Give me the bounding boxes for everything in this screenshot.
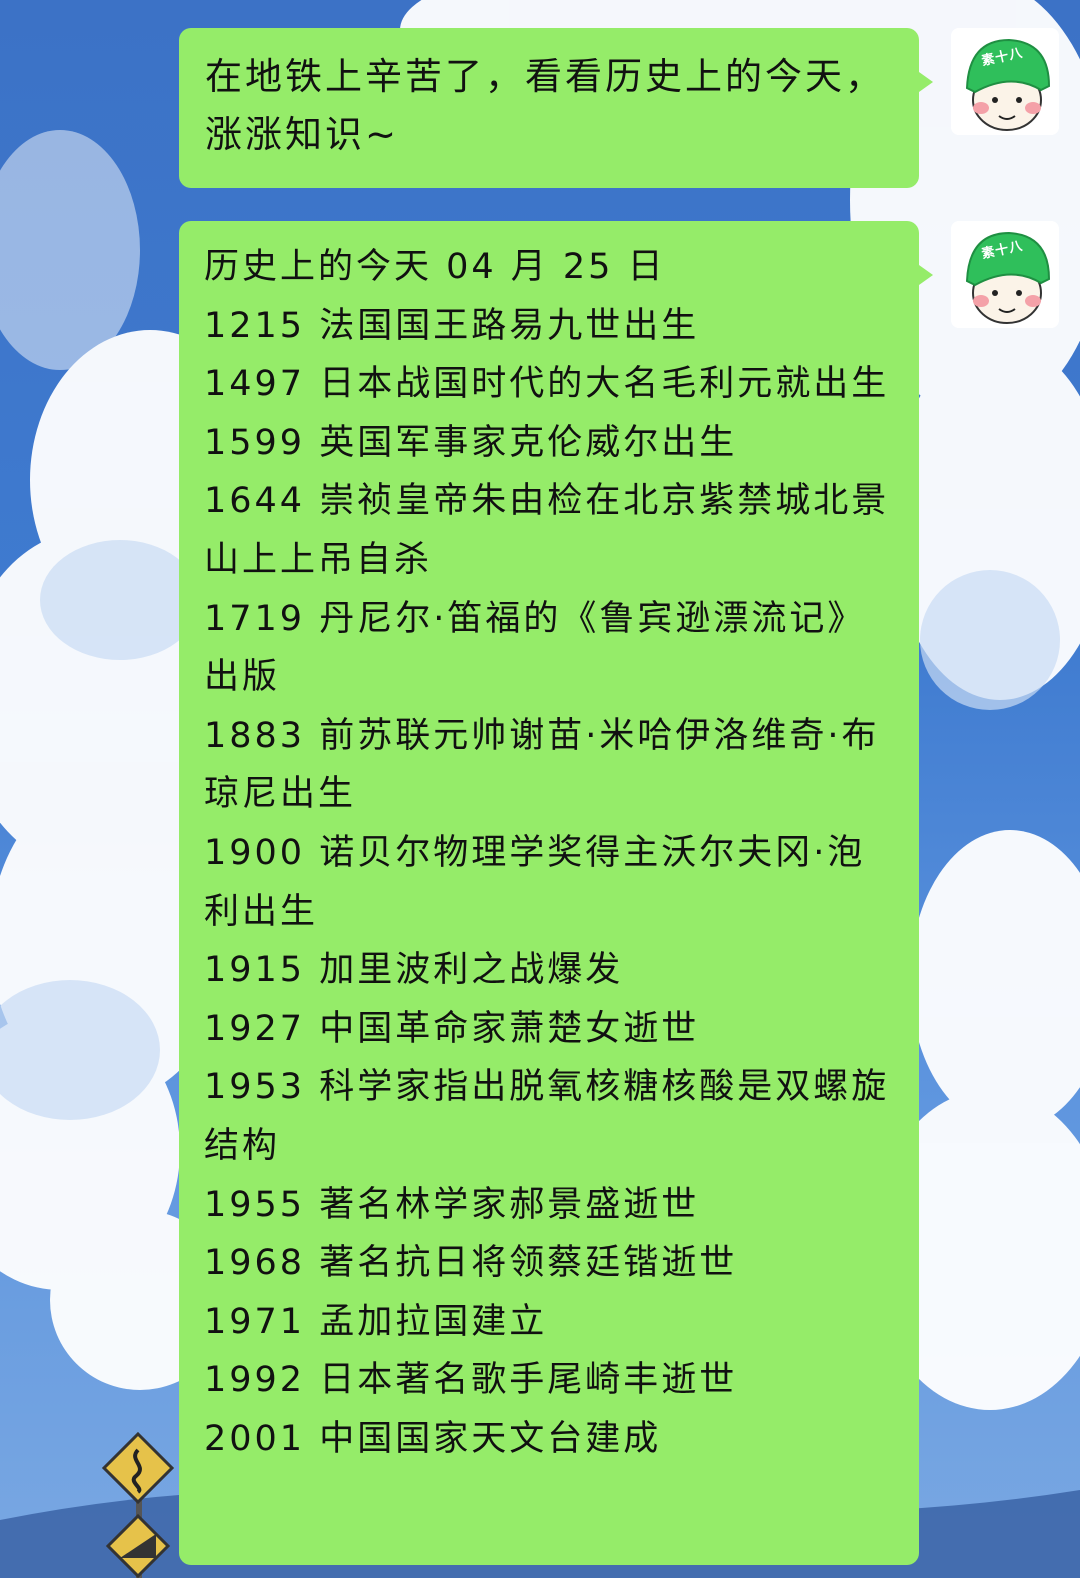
message-text: 在地铁上辛苦了，看看历史上的今天，涨涨知识~ xyxy=(205,55,885,156)
history-event: 1968 著名抗日将领蔡廷锴逝世 xyxy=(204,1243,738,1284)
winding-road-sign-icon xyxy=(101,1431,175,1578)
history-event: 1915 加里波利之战爆发 xyxy=(204,950,624,991)
history-event: 1599 英国军事家克伦威尔出生 xyxy=(204,422,738,463)
history-event: 1953 科学家指出脱氧核糖核酸是双螺旋结构 xyxy=(204,1067,890,1166)
history-event: 2001 中国国家天文台建成 xyxy=(204,1418,662,1459)
history-event: 1900 诺贝尔物理学奖得主沃尔夫冈·泡利出生 xyxy=(204,832,866,932)
message-bubble-history[interactable]: 历史上的今天 04 月 25 日 1215 法国国王路易九世出生 1497 日本… xyxy=(179,221,933,1565)
history-event: 1927 中国革命家萧楚女逝世 xyxy=(204,1008,700,1049)
history-event: 1955 著名林学家郝景盛逝世 xyxy=(204,1184,700,1225)
message-bubble-greeting[interactable]: 在地铁上辛苦了，看看历史上的今天，涨涨知识~ xyxy=(179,28,933,188)
history-event: 1971 孟加拉国建立 xyxy=(204,1301,548,1342)
history-event: 1215 法国国王路易九世出生 xyxy=(204,305,700,346)
history-header: 历史上的今天 04 月 25 日 xyxy=(204,247,666,287)
history-event: 1719 丹尼尔·笛福的《鲁宾逊漂流记》出版 xyxy=(204,598,866,698)
history-event: 1992 日本著名歌手尾崎丰逝世 xyxy=(204,1360,738,1401)
history-event: 1497 日本战国时代的大名毛利元就出生 xyxy=(204,364,890,405)
avatar[interactable]: 素十八 xyxy=(951,28,1059,135)
history-event: 1644 崇祯皇帝朱由检在北京紫禁城北景山上上吊自杀 xyxy=(204,481,890,580)
history-event: 1883 前苏联元帅谢苗·米哈伊洛维奇·布琼尼出生 xyxy=(204,715,880,815)
avatar[interactable]: 素十八 xyxy=(951,221,1059,328)
